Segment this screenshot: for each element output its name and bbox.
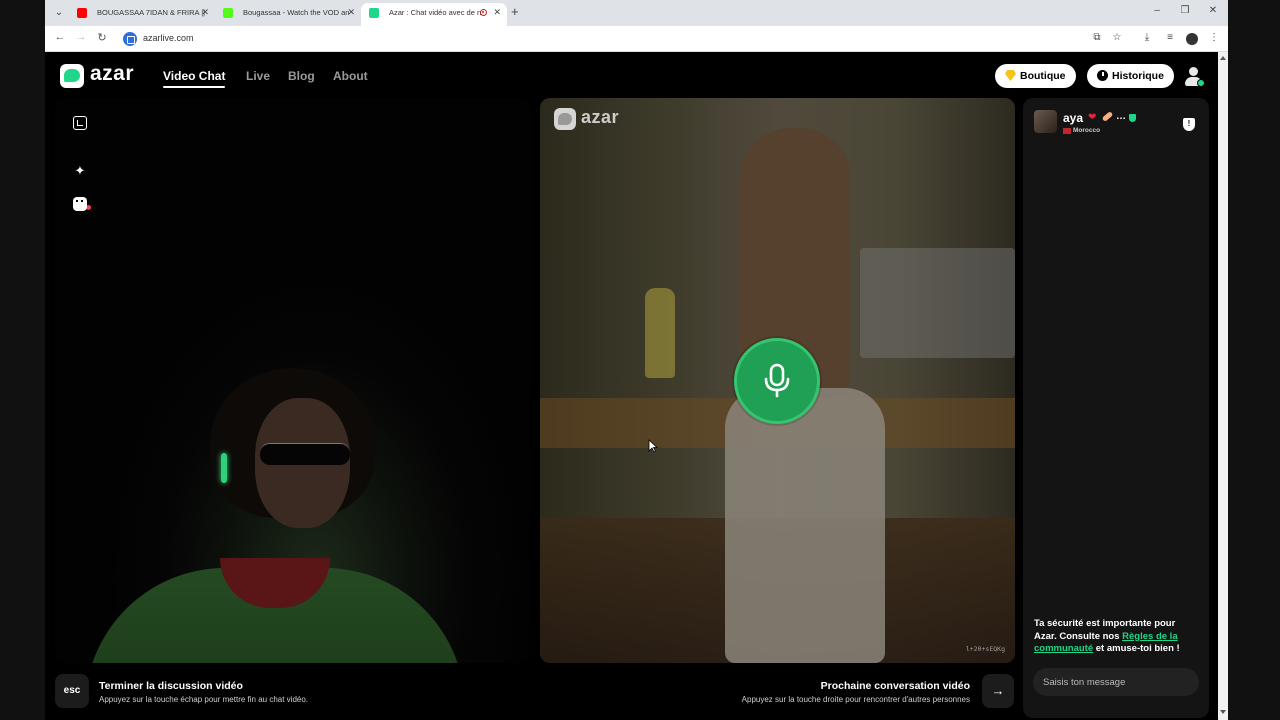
safety-text-2: et amuse-toi bien ! [1093, 643, 1180, 654]
tab-title: Azar : Chat vidéo avec de n [389, 8, 482, 17]
new-tab-button[interactable]: + [511, 5, 519, 19]
azar-logo-icon [60, 64, 84, 88]
microphone-button[interactable] [734, 338, 820, 424]
expand-icon[interactable] [73, 116, 87, 130]
microphone-icon [764, 363, 790, 398]
peer-name-ellipsis: … [1116, 111, 1126, 122]
nav-blog[interactable]: Blog [288, 69, 315, 83]
tab-close-icon[interactable]: ✕ [493, 3, 501, 22]
recording-icon [480, 9, 487, 16]
nav-video-chat[interactable]: Video Chat [163, 69, 226, 88]
next-chat-hint: Appuyez sur la touche droite pour rencon… [741, 695, 970, 704]
download-icon[interactable]: ⤓ [1140, 32, 1154, 43]
sparkle-effects-icon[interactable]: ✦ [73, 164, 87, 178]
stream-watermark: l+20+sEQKg [965, 645, 1005, 653]
desktop: ⌄ BOUGASSAA 7IDAN & FRIRA || ✕ Bougassaa… [0, 0, 1280, 720]
youtube-icon [77, 8, 87, 18]
restore-button[interactable]: ❐ [1175, 5, 1195, 16]
back-icon[interactable]: ← [53, 31, 67, 43]
historique-label: Historique [1112, 70, 1164, 82]
peer-figure-legs [725, 388, 885, 663]
azar-app: azar Video Chat Live Blog About Boutique… [45, 52, 1228, 720]
nav-live[interactable]: Live [246, 69, 270, 83]
tab-kick[interactable]: Bougassaa - Watch the VOD an ✕ [215, 3, 361, 26]
forward-icon[interactable]: → [74, 31, 88, 43]
chat-panel: aya ❤ … Morocco ! Ta sécurité est import… [1023, 98, 1209, 718]
browser-menu-icon[interactable]: ⋮ [1207, 32, 1221, 43]
url-text: azarlive.com [143, 33, 194, 43]
clock-icon [1097, 70, 1108, 81]
safety-notice: Ta sécurité est importante pour Azar. Co… [1034, 618, 1200, 656]
bookmark-star-icon[interactable]: ☆ [1110, 32, 1124, 43]
logo-text: azar [90, 62, 135, 85]
verified-shield-icon [1129, 114, 1136, 122]
tab-close-icon[interactable]: ✕ [201, 3, 209, 22]
bg-shelf [860, 248, 1015, 358]
bandage-icon [1101, 111, 1114, 122]
page-scrollbar[interactable] [1218, 52, 1228, 720]
heart-icon: ❤ [1088, 112, 1097, 123]
tab-strip: ⌄ BOUGASSAA 7IDAN & FRIRA || ✕ Bougassaa… [45, 0, 1228, 26]
message-input[interactable] [1033, 668, 1199, 696]
end-chat-title: Terminer la discussion vidéo [99, 680, 243, 692]
boutique-button[interactable]: Boutique [995, 64, 1076, 88]
next-chat-button[interactable]: → [982, 674, 1014, 708]
peer-country: Morocco [1073, 126, 1101, 134]
peer-avatar[interactable] [1034, 110, 1057, 133]
close-window-button[interactable]: ✕ [1203, 5, 1223, 16]
tab-title: Bougassaa - Watch the VOD an [243, 8, 350, 17]
browser-window: ⌄ BOUGASSAA 7IDAN & FRIRA || ✕ Bougassaa… [45, 0, 1228, 720]
mid-logo-text: azar [581, 107, 620, 127]
self-sunglasses [260, 443, 350, 465]
user-profile-icon[interactable] [1183, 66, 1205, 88]
boutique-label: Boutique [1020, 70, 1066, 82]
end-chat-hint: Appuyez sur la touche échap pour mettre … [99, 695, 309, 704]
end-chat-button[interactable]: esc [55, 674, 89, 708]
tab-azar[interactable]: Azar : Chat vidéo avec de n ✕ [361, 3, 507, 26]
morocco-flag-icon [1063, 128, 1071, 134]
tab-search-icon[interactable]: ⌄ [51, 5, 67, 21]
face-filter-icon[interactable] [73, 197, 87, 211]
bg-bottle [645, 288, 675, 378]
reload-icon[interactable]: ↻ [95, 31, 109, 44]
scroll-up-icon[interactable] [1220, 56, 1226, 60]
peer-name: aya [1063, 111, 1084, 125]
site-info-icon[interactable] [123, 32, 137, 46]
nav-about[interactable]: About [333, 69, 368, 83]
azar-icon [369, 8, 379, 18]
self-video-panel: ✦ [55, 98, 530, 663]
gem-icon [1005, 70, 1016, 81]
kick-icon [223, 8, 233, 18]
self-headset-light [221, 453, 227, 483]
media-control-icon[interactable]: ≡ [1163, 32, 1177, 43]
tab-close-icon[interactable]: ✕ [347, 3, 355, 22]
address-bar[interactable]: azarlive.com [119, 29, 1119, 49]
address-toolbar: ← → ↻ azarlive.com ⧉ ☆ ⤓ ≡ ⋮ [45, 26, 1228, 52]
report-icon[interactable]: ! [1183, 118, 1195, 131]
next-chat-title: Prochaine conversation vidéo [820, 680, 970, 692]
azar-logo-icon [554, 108, 576, 130]
scroll-down-icon[interactable] [1220, 710, 1226, 714]
cast-icon[interactable]: ⧉ [1090, 32, 1104, 43]
tab-title: BOUGASSAA 7IDAN & FRIRA || [97, 8, 206, 17]
mouse-cursor [648, 439, 658, 453]
tab-youtube[interactable]: BOUGASSAA 7IDAN & FRIRA || ✕ [69, 3, 215, 26]
minimize-button[interactable]: – [1147, 5, 1167, 16]
peer-video-panel: azar l+20+sEQKg [540, 98, 1015, 663]
browser-profile-avatar[interactable] [1186, 33, 1198, 45]
historique-button[interactable]: Historique [1087, 64, 1174, 88]
